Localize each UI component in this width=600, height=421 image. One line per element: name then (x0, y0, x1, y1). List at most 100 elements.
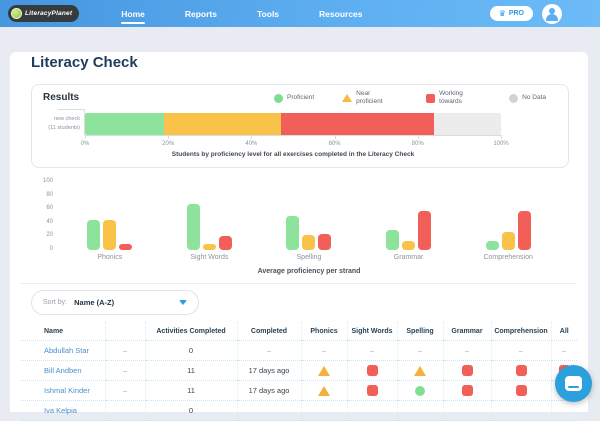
dash-icon: – (370, 346, 374, 355)
results-card: Results ProficientNear proficientWorking… (31, 84, 569, 168)
bar-working-towards (318, 234, 331, 250)
bar-working-towards (418, 211, 431, 250)
nav-item-tools[interactable]: Tools (257, 9, 279, 19)
nav-menu: Home Reports Tools Resources (121, 9, 362, 19)
dash-icon: – (465, 346, 469, 355)
bar-working-towards (518, 211, 531, 250)
blank-cell: – (105, 341, 145, 361)
y-tick-label: 40 (31, 219, 53, 225)
sort-dropdown[interactable]: Sort by: Name (A-Z) (31, 290, 199, 315)
completed-cell: 17 days ago (237, 361, 301, 381)
main-panel: Literacy Check Results ProficientNear pr… (10, 52, 588, 412)
bar-proficient (87, 220, 100, 250)
proficiency-cell (491, 381, 551, 401)
proficiency-cell: – (397, 341, 443, 361)
planet-icon (11, 8, 22, 19)
square-mark-icon (516, 385, 527, 396)
nav-item-home[interactable]: Home (121, 9, 145, 19)
dash-icon: – (562, 346, 566, 355)
category-label: Sight Words (160, 254, 260, 261)
proficiency-cell (397, 361, 443, 381)
nav-item-resources[interactable]: Resources (319, 9, 362, 19)
circle-swatch-icon (274, 94, 283, 103)
literacyplanet-logo[interactable]: LiteracyPlanet (8, 5, 79, 22)
sort-label: Sort by: (43, 299, 67, 306)
chevron-down-icon (179, 300, 187, 305)
category-label: Spelling (259, 254, 359, 261)
page-title: Literacy Check (31, 54, 138, 71)
proficiency-cell (347, 381, 397, 401)
student-name-link[interactable]: Bill Andben (44, 366, 82, 375)
square-mark-icon (516, 365, 527, 376)
column-header-spelling: Spelling (397, 322, 443, 341)
dash-icon: – (267, 346, 271, 355)
legend-item-square: Working towards (426, 90, 481, 106)
completed-cell: 17 days ago (237, 381, 301, 401)
column-header-grammar: Grammar (443, 322, 491, 341)
stacked-proficiency-bar (85, 113, 501, 135)
y-tick-label: 60 (31, 205, 53, 211)
dash-icon: – (418, 346, 422, 355)
dash-icon: – (519, 346, 523, 355)
segment-proficient (85, 113, 164, 135)
bar-proficient (486, 241, 499, 250)
student-name-link[interactable]: Abdullah Star (44, 346, 89, 355)
x-tick (335, 135, 336, 139)
proficiency-cell (301, 361, 347, 381)
bar-near-proficient (302, 235, 315, 250)
y-tick-label: 80 (31, 192, 53, 198)
table-header-row: NameActivities CompletedCompletedPhonics… (21, 322, 577, 341)
proficiency-cell (301, 401, 347, 421)
completed-cell: – (237, 341, 301, 361)
x-tick (418, 135, 419, 139)
proficiency-cell (491, 361, 551, 381)
x-tick (168, 135, 169, 139)
proficiency-cell (443, 401, 491, 421)
activities-completed-cell: 11 (145, 361, 237, 381)
student-name-link[interactable]: Ishmal Kinder (44, 386, 90, 395)
category-label: Grammar (359, 254, 459, 261)
chat-button[interactable] (555, 365, 592, 402)
legend-label: Proficient (287, 94, 314, 102)
square-mark-icon (462, 385, 473, 396)
x-tick-label: 60% (329, 141, 341, 147)
triangle-mark-icon (318, 366, 330, 376)
y-tick-label: 0 (31, 246, 53, 252)
bar-proficient (386, 230, 399, 250)
proficiency-cell (443, 381, 491, 401)
nav-right: ♛ PRO (490, 4, 562, 24)
strand-bar-groups (60, 175, 558, 250)
strand-category-labels: PhonicsSight WordsSpellingGrammarCompreh… (60, 254, 558, 261)
column-header-completed: Completed (237, 322, 301, 341)
proficiency-cell (443, 361, 491, 381)
bar-group-comprehension (458, 175, 558, 250)
students-table: NameActivities CompletedCompletedPhonics… (21, 322, 577, 421)
nav-item-reports[interactable]: Reports (185, 9, 217, 19)
legend-item-circle: No Data (509, 94, 546, 103)
bar-group-grammar (359, 175, 459, 250)
column-header-comprehension: Comprehension (491, 322, 551, 341)
bar-group-spelling (259, 175, 359, 250)
y-tick-label: 100 (31, 178, 53, 184)
student-name-link[interactable]: Iva Kelpia (44, 406, 77, 415)
bar-near-proficient (402, 241, 415, 250)
dash-icon: – (123, 366, 127, 375)
blank-cell (105, 401, 145, 421)
legend-item-circle: Proficient (274, 94, 314, 103)
activities-completed-cell: 11 (145, 381, 237, 401)
logo-text: LiteracyPlanet (25, 10, 72, 17)
proficiency-cell: – (347, 341, 397, 361)
stacked-bar-row-label: new check (11 students) (32, 115, 80, 133)
x-tick-label: 80% (412, 141, 424, 147)
sort-selected-value: Name (A-Z) (74, 298, 114, 307)
student-name-cell: Iva Kelpia (21, 401, 105, 421)
category-label: Phonics (60, 254, 160, 261)
bar-working-towards (219, 236, 232, 250)
user-avatar-button[interactable] (542, 4, 562, 24)
proficiency-cell (397, 401, 443, 421)
pro-button[interactable]: ♛ PRO (490, 6, 533, 21)
proficiency-cell (551, 401, 577, 421)
x-tick-label: 20% (162, 141, 174, 147)
square-mark-icon (367, 365, 378, 376)
pro-label: PRO (509, 10, 524, 17)
